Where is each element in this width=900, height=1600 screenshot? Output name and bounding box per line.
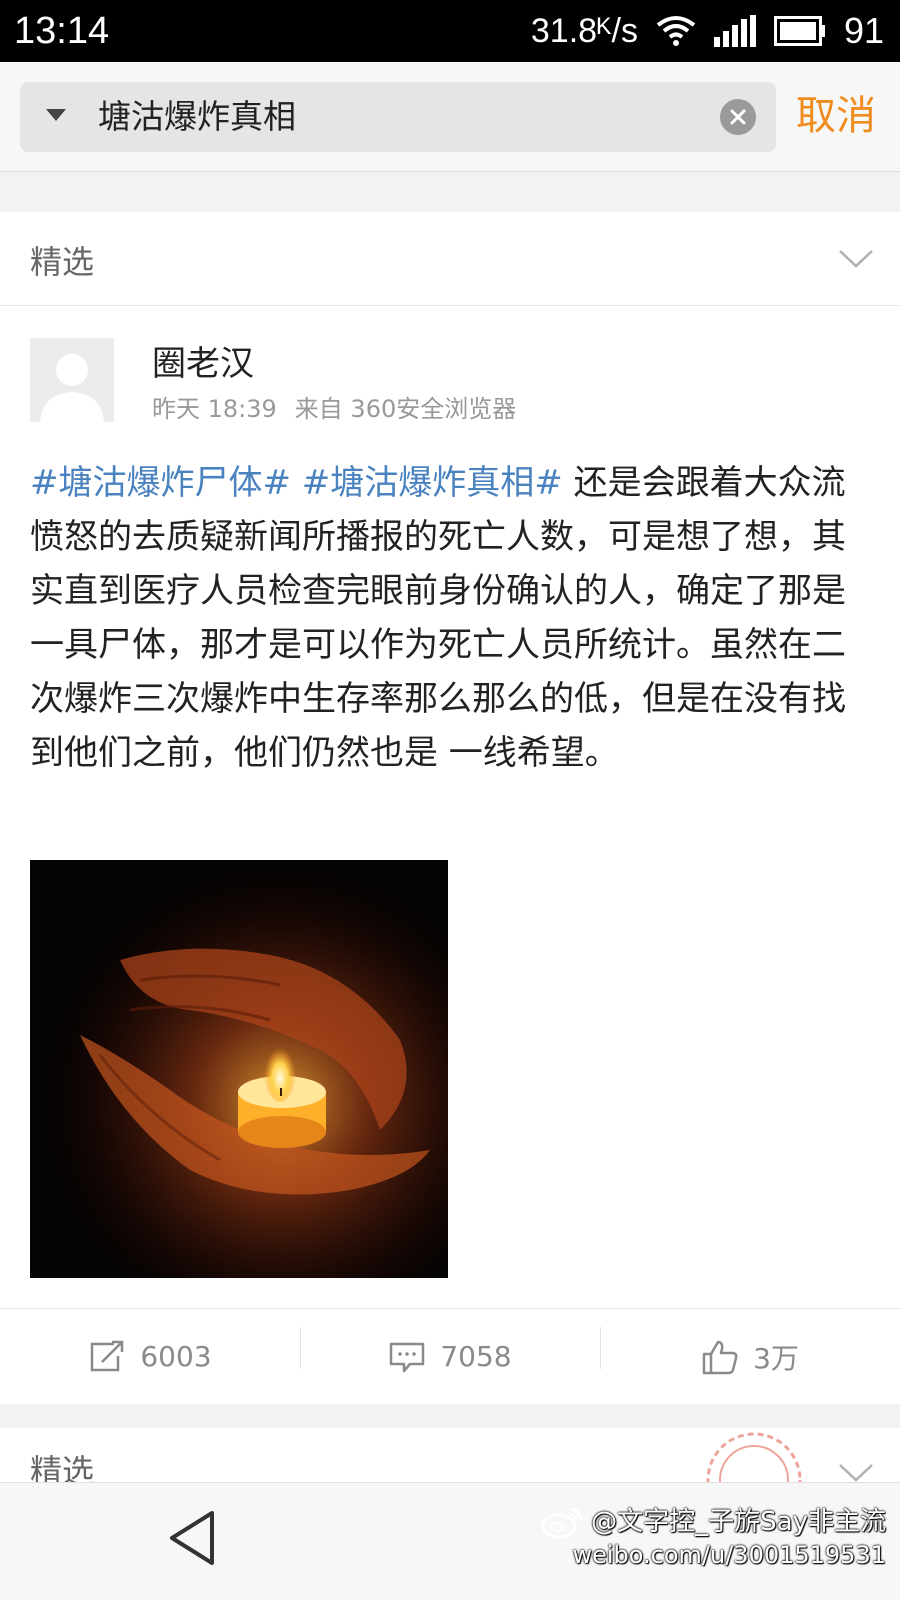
battery-icon <box>773 16 826 46</box>
hashtag-link[interactable]: #塘沽爆炸尸体# <box>30 463 291 503</box>
weibo-logo-icon <box>541 1507 583 1539</box>
thumbs-up-icon <box>702 1340 738 1374</box>
search-query[interactable]: 塘沽爆炸真相 <box>98 96 296 138</box>
post-image-candle-in-hands[interactable] <box>30 860 448 1278</box>
post-action-bar: 6003 7058 3万 <box>0 1308 900 1404</box>
chevron-down-icon[interactable] <box>838 248 874 274</box>
comment-count: 7058 <box>440 1340 512 1373</box>
cancel-button[interactable]: 取消 <box>796 90 876 142</box>
section-label: 精选 <box>30 243 95 281</box>
like-button[interactable]: 3万 <box>600 1309 900 1404</box>
clear-search-icon[interactable] <box>720 99 756 135</box>
search-type-dropdown-icon[interactable] <box>46 109 66 121</box>
post-timestamp: 昨天 18:39 <box>152 395 277 423</box>
watermark-url: weibo.com/u/3001519531 <box>572 1541 886 1569</box>
repost-button[interactable]: 6003 <box>0 1309 300 1404</box>
repost-icon <box>91 1340 124 1371</box>
post-card: 精选 圈老汉 昨天 18:39 来自 360安全浏览器 #塘沽爆炸尸体# #塘沽… <box>0 212 900 1404</box>
wifi-icon <box>656 15 696 47</box>
status-right: 31.8ᴷ/s 91 <box>531 10 884 52</box>
post-meta: 昨天 18:39 来自 360安全浏览器 <box>152 389 516 424</box>
post-body: #塘沽爆炸尸体# #塘沽爆炸真相# 还是会跟着大众流愤怒的去质疑新闻所播报的死亡… <box>30 456 872 780</box>
watermark-user: @文字控_子旂Say非主流 <box>591 1507 886 1537</box>
back-icon[interactable] <box>166 1509 218 1571</box>
avatar[interactable] <box>30 338 114 422</box>
comment-button[interactable]: 7058 <box>300 1309 600 1404</box>
card-header[interactable]: 精选 <box>0 212 900 306</box>
status-time: 13:14 <box>14 9 110 52</box>
headline-stamp-icon <box>694 1432 814 1488</box>
author-name[interactable]: 圈老汉 <box>152 336 254 385</box>
repost-count: 6003 <box>140 1340 212 1373</box>
signal-icon <box>713 15 756 47</box>
default-avatar-icon <box>40 354 104 422</box>
search-header: 塘沽爆炸真相 取消 <box>0 62 900 172</box>
search-input[interactable]: 塘沽爆炸真相 <box>20 82 776 152</box>
like-count: 3万 <box>753 1341 799 1375</box>
status-bar: 13:14 31.8ᴷ/s 91 <box>0 0 900 62</box>
watermark-user-line: @文字控_子旂Say非主流 <box>541 1505 886 1539</box>
hashtag-link[interactable]: #塘沽爆炸真相# <box>302 463 563 503</box>
post-source: 来自 360安全浏览器 <box>294 395 517 423</box>
network-speed: 31.8ᴷ/s <box>530 11 638 50</box>
battery-level: 91 <box>843 10 884 51</box>
post-text: 还是会跟着大众流愤怒的去质疑新闻所播报的死亡人数，可是想了想，其实直到医疗人员检… <box>30 463 846 773</box>
navigation-bar: @文字控_子旂Say非主流 weibo.com/u/3001519531 <box>0 1482 900 1600</box>
comment-icon <box>390 1342 425 1372</box>
weibo-watermark: @文字控_子旂Say非主流 weibo.com/u/3001519531 <box>541 1505 886 1571</box>
